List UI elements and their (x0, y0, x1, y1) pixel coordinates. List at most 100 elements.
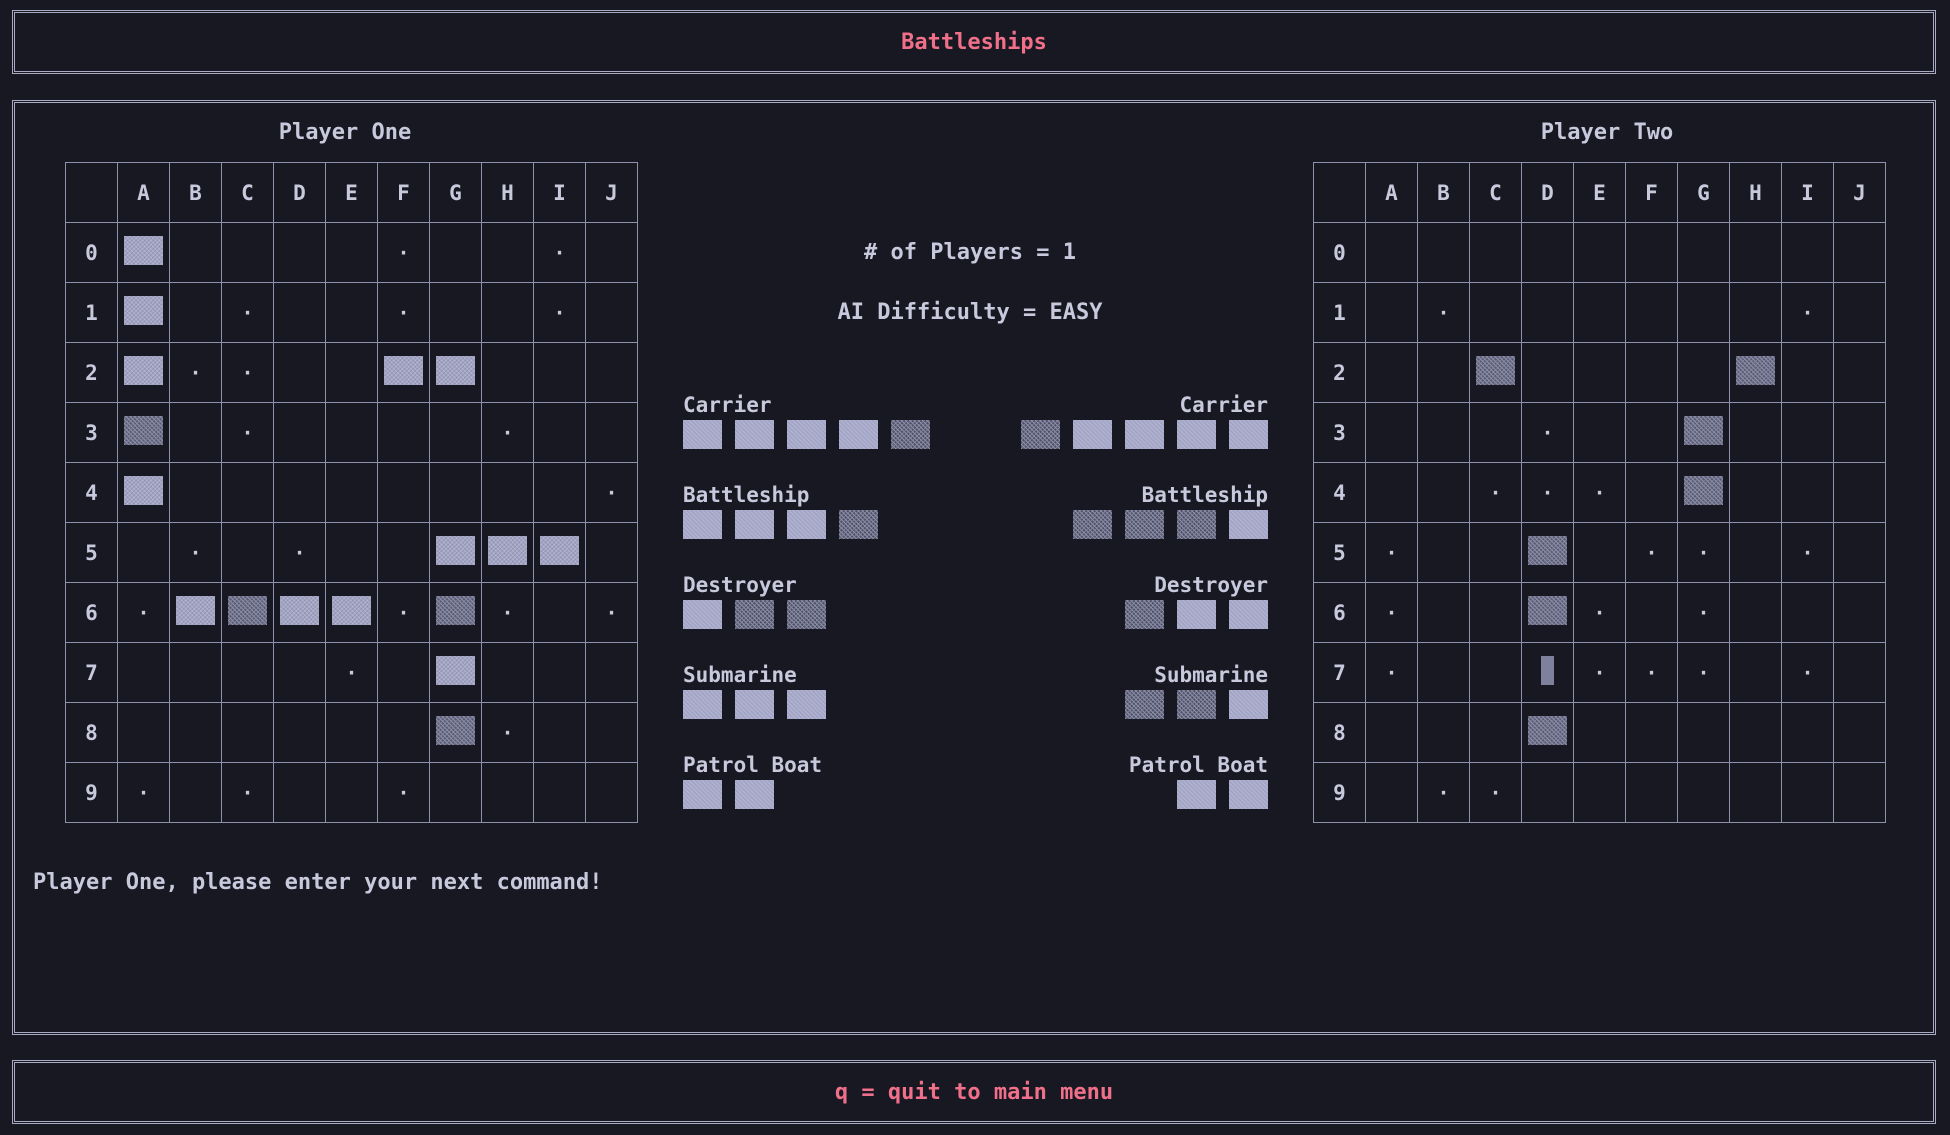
board-cell[interactable] (117, 462, 170, 523)
board-cell[interactable] (1469, 642, 1522, 703)
board-cell[interactable] (1833, 522, 1886, 583)
board-cell[interactable]: · (1573, 642, 1626, 703)
board-cell[interactable]: · (1365, 582, 1418, 643)
board-cell[interactable] (481, 282, 534, 343)
board-cell[interactable]: · (1469, 462, 1522, 523)
board-cell[interactable] (1677, 342, 1730, 403)
board-cell[interactable] (377, 402, 430, 463)
board-cell[interactable] (325, 522, 378, 583)
board-cell[interactable] (429, 462, 482, 523)
board-cell[interactable] (1521, 522, 1574, 583)
board-cell[interactable] (117, 342, 170, 403)
board-cell[interactable] (1781, 402, 1834, 463)
board-cell[interactable] (1573, 402, 1626, 463)
board-cell[interactable] (169, 642, 222, 703)
board-cell[interactable] (1417, 642, 1470, 703)
board-cell[interactable]: · (1521, 402, 1574, 463)
board-cell[interactable] (1677, 462, 1730, 523)
board-cell[interactable] (1521, 222, 1574, 283)
board-cell[interactable] (1417, 402, 1470, 463)
board-cell[interactable] (377, 462, 430, 523)
board-cell[interactable] (1365, 702, 1418, 763)
board-cell[interactable] (1469, 522, 1522, 583)
board-cell[interactable]: · (1625, 642, 1678, 703)
board-cell[interactable] (377, 702, 430, 763)
board-cell[interactable] (377, 342, 430, 403)
board-cell[interactable] (585, 702, 638, 763)
board-cell[interactable] (169, 282, 222, 343)
board-cell[interactable]: · (533, 222, 586, 283)
board-cell[interactable]: · (273, 522, 326, 583)
board-cell[interactable]: · (1521, 462, 1574, 523)
board-cell[interactable] (1625, 342, 1678, 403)
board-cell[interactable] (1521, 342, 1574, 403)
board-cell[interactable] (1469, 282, 1522, 343)
board-cell[interactable] (1469, 342, 1522, 403)
board-cell[interactable] (533, 642, 586, 703)
board-cell[interactable]: · (1365, 642, 1418, 703)
board-cell[interactable] (429, 222, 482, 283)
board-cell[interactable]: · (1469, 762, 1522, 823)
board-cell[interactable]: · (481, 582, 534, 643)
board-cell[interactable] (481, 522, 534, 583)
board-cell[interactable] (325, 582, 378, 643)
board-cell[interactable] (429, 762, 482, 823)
board-cell[interactable] (1625, 402, 1678, 463)
board-cell[interactable] (325, 762, 378, 823)
board-cell[interactable] (1417, 702, 1470, 763)
board-cell[interactable] (1729, 642, 1782, 703)
board-cell[interactable]: · (377, 222, 430, 283)
board-cell[interactable]: · (1573, 582, 1626, 643)
board-cell[interactable] (1573, 702, 1626, 763)
board-cell[interactable]: · (1365, 522, 1418, 583)
board-cell[interactable] (585, 342, 638, 403)
board-cell[interactable] (1469, 402, 1522, 463)
board-cell[interactable] (117, 402, 170, 463)
board-cell[interactable]: · (1781, 642, 1834, 703)
board-cell[interactable] (1729, 762, 1782, 823)
board-cell[interactable] (325, 282, 378, 343)
board-cell[interactable] (1781, 462, 1834, 523)
board-cell[interactable]: · (117, 762, 170, 823)
board-cell[interactable]: · (1677, 582, 1730, 643)
board-cell[interactable] (1521, 702, 1574, 763)
board-cell[interactable] (481, 762, 534, 823)
board-cell[interactable] (221, 582, 274, 643)
board-cell[interactable] (1573, 762, 1626, 823)
board-cell[interactable] (1573, 342, 1626, 403)
board-cell[interactable] (169, 762, 222, 823)
board-cell[interactable] (1677, 762, 1730, 823)
board-cell[interactable] (273, 342, 326, 403)
board-cell[interactable]: · (1781, 282, 1834, 343)
board-cell[interactable] (221, 462, 274, 523)
board-cell[interactable]: · (481, 402, 534, 463)
board-cell[interactable] (1729, 342, 1782, 403)
board-cell[interactable] (169, 702, 222, 763)
board-cell[interactable]: · (325, 642, 378, 703)
board-cell[interactable] (273, 402, 326, 463)
board-cell[interactable] (533, 342, 586, 403)
board-cell[interactable]: · (1573, 462, 1626, 523)
board-cell[interactable] (169, 402, 222, 463)
board-cell[interactable] (273, 222, 326, 283)
board-cell[interactable]: · (1417, 762, 1470, 823)
player-two-board[interactable]: A B C D E F G H I J 0 1 · · 2 3 · 4 · · · 5 · · · · 6 · · · 7 · · · · · 8 9 · · (1313, 162, 1886, 823)
board-cell[interactable] (273, 462, 326, 523)
board-cell[interactable] (1677, 402, 1730, 463)
board-cell[interactable]: · (585, 462, 638, 523)
board-cell[interactable] (1833, 582, 1886, 643)
board-cell[interactable] (533, 462, 586, 523)
board-cell[interactable] (325, 462, 378, 523)
board-cell[interactable] (533, 702, 586, 763)
board-cell[interactable] (1417, 522, 1470, 583)
board-cell[interactable] (429, 582, 482, 643)
board-cell[interactable] (429, 702, 482, 763)
board-cell[interactable] (273, 702, 326, 763)
board-cell[interactable] (1469, 702, 1522, 763)
board-cell[interactable]: · (221, 342, 274, 403)
board-cell[interactable] (1521, 762, 1574, 823)
board-cell[interactable] (377, 522, 430, 583)
board-cell[interactable]: · (377, 762, 430, 823)
board-cell[interactable]: · (533, 282, 586, 343)
board-cell[interactable] (1729, 702, 1782, 763)
